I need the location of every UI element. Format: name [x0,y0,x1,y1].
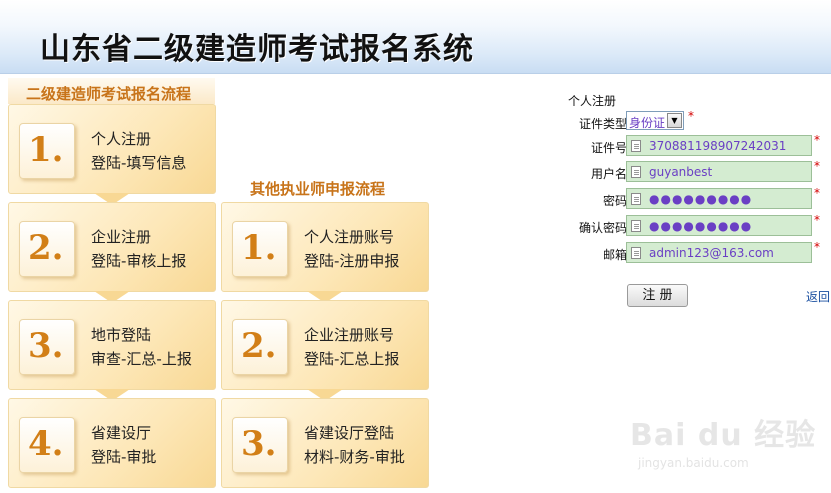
step-title: 企业注册 [91,228,152,246]
step-number-box: 2. [232,319,288,375]
email-row: 邮箱: admin123@163.com * [520,240,831,264]
username-input[interactable]: guyanbest [626,161,812,182]
step-title: 个人注册 [91,130,152,148]
watermark-url: jingyan.baidu.com [638,456,749,470]
step-number: 4. [28,424,64,464]
step-number: 2. [241,326,277,366]
step-desc: 审查-汇总-上报 [91,350,192,368]
page-title: 山东省二级建造师考试报名系统 [40,32,474,67]
other-step-1: 1. 个人注册账号 登陆-注册申报 [221,202,429,303]
main-step-2: 2. 企业注册登陆-审核上报 [8,202,216,303]
confirm-password-label: 确认密码: [578,221,631,235]
confirm-password-input[interactable]: ●●●●●●●●● [626,215,812,236]
page-header: 山东省二级建造师考试报名系统 [0,0,831,74]
chevron-down-icon[interactable]: ▼ [667,113,682,128]
step-number-box: 1. [232,221,288,277]
step-number-box: 4. [19,417,75,473]
required-mark: * [688,109,694,123]
step-number: 3. [241,424,277,464]
other-flow-title: 其他执业师申报流程 [250,180,386,198]
document-icon [631,140,641,152]
document-icon [631,220,641,232]
username-value: guyanbest [649,165,713,179]
step-title: 省建设厅 [91,424,152,442]
main-flow-title: 二级建造师考试报名流程 [26,85,192,103]
register-button[interactable]: 注 册 [627,284,688,307]
step-number: 1. [241,228,277,268]
main-step-1: 1. 个人注册登陆-填写信息 [8,104,216,205]
step-number-box: 3. [232,417,288,473]
step-number-box: 1. [19,123,75,179]
step-desc: 登陆-汇总上报 [304,350,400,368]
required-mark: * [814,133,820,147]
id-type-select[interactable]: 身份证 ▼ [626,111,684,130]
username-label: 用户名: [590,167,631,181]
back-link[interactable]: 返回 [806,288,830,305]
main-step-3: 3. 地市登陆审查-汇总-上报 [8,300,216,401]
confirm-password-row: 确认密码: ●●●●●●●●● * [520,213,831,237]
step-title: 省建设厅登陆 [304,424,395,442]
id-number-label: 证件号: [590,141,631,155]
required-mark: * [814,159,820,173]
password-row: 密码: ●●●●●●●●● * [520,186,831,210]
step-number: 2. [28,228,64,268]
step-desc: 登陆-注册申报 [304,252,400,270]
id-type-label: 证件类型: [578,117,631,131]
document-icon [631,166,641,178]
required-mark: * [814,186,820,200]
required-mark: * [814,240,820,254]
id-type-value: 身份证 [629,116,666,130]
id-number-value: 370881198907242031 [649,139,787,153]
step-number-box: 3. [19,319,75,375]
email-value: admin123@163.com [649,246,774,260]
confirm-password-value: ●●●●●●●●● [649,219,753,233]
other-step-3: 3. 省建设厅登陆 材料-财务-审批 [221,398,429,488]
step-desc: 登陆-填写信息 [91,154,187,172]
required-mark: * [814,213,820,227]
step-number-box: 2. [19,221,75,277]
main-step-4: 4. 省建设厅登陆-审批 [8,398,216,488]
id-number-input[interactable]: 370881198907242031 [626,135,812,156]
other-step-2: 2. 企业注册账号 登陆-汇总上报 [221,300,429,401]
document-icon [631,193,641,205]
step-number: 3. [28,326,64,366]
email-input[interactable]: admin123@163.com [626,242,812,263]
step-desc: 登陆-审批 [91,448,157,466]
id-number-row: 证件号: 370881198907242031 * [520,133,831,157]
document-icon [631,247,641,259]
step-title: 地市登陆 [91,326,152,344]
step-title: 个人注册账号 [304,228,395,246]
watermark-text: Bai du 经验 [630,418,817,453]
password-value: ●●●●●●●●● [649,192,753,206]
password-input[interactable]: ●●●●●●●●● [626,188,812,209]
form-heading: 个人注册 [568,94,617,108]
step-title: 企业注册账号 [304,326,395,344]
step-number: 1. [28,130,64,170]
step-desc: 材料-财务-审批 [304,448,405,466]
id-type-row: 证件类型: 身份证 ▼ * [520,109,831,133]
step-desc: 登陆-审核上报 [91,252,187,270]
username-row: 用户名: guyanbest * [520,159,831,183]
